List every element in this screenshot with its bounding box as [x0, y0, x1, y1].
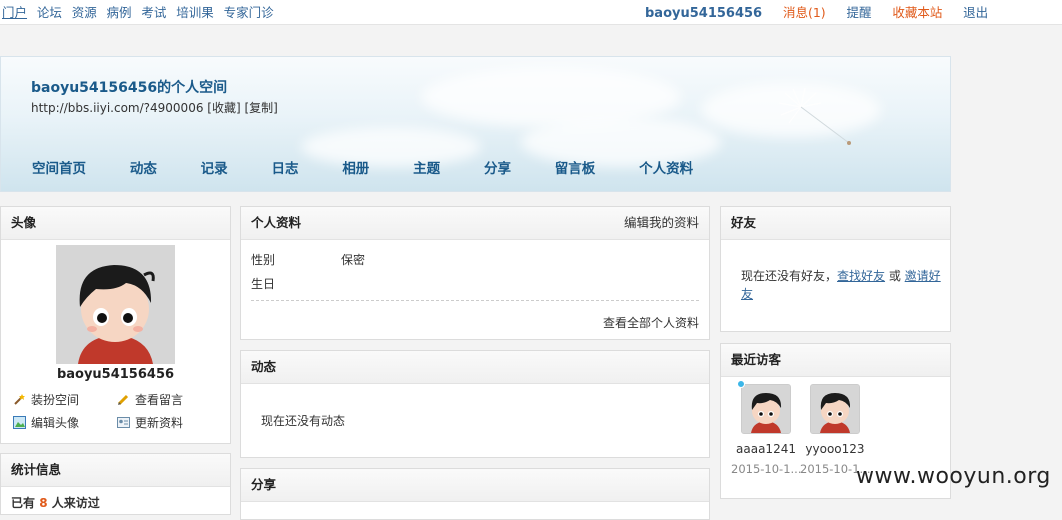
space-nav: 空间首页 动态 记录 日志 相册 主题 分享 留言板 个人资料	[32, 157, 733, 177]
avatar-panel: 头像 baoyu54156456 装扮空间 查看留言 编辑头像 更新资料	[0, 206, 231, 444]
visitor-name[interactable]: yyooo123	[800, 442, 870, 456]
profile-panel: 个人资料 编辑我的资料 性别 保密 生日 查看全部个人资料	[240, 206, 710, 340]
visitor-name[interactable]: aaaa1241	[731, 442, 801, 456]
visit-count-text: 已有 8 人来访过	[11, 496, 100, 510]
picture-icon	[13, 416, 26, 429]
profile-panel-title: 个人资料	[251, 215, 302, 230]
top-nav-training[interactable]: 培训果	[176, 5, 214, 20]
space-nav-home[interactable]: 空间首页	[32, 157, 86, 177]
visitors-panel-title: 最近访客	[721, 344, 950, 377]
pencil-icon	[117, 393, 130, 406]
space-banner: baoyu54156456的个人空间 http://bbs.iiyi.com/?…	[0, 56, 951, 192]
top-nav-exam[interactable]: 考试	[141, 5, 166, 20]
visitor-date: 2015-10-1...	[731, 462, 801, 476]
user-menu: baoyu54156456 消息(1) 提醒 收藏本站 退出	[645, 2, 1005, 21]
birthday-label: 生日	[251, 277, 276, 291]
stats-panel-title: 统计信息	[1, 454, 230, 487]
dress-space-link[interactable]: 装扮空间	[13, 391, 79, 408]
watermark: www.wooyun.org	[856, 464, 1051, 489]
messages-link[interactable]: 消息(1)	[783, 5, 826, 20]
logout-link[interactable]: 退出	[963, 5, 988, 20]
edit-profile-link[interactable]: 编辑我的资料	[624, 207, 699, 239]
space-url: http://bbs.iiyi.com/?4900006 [收藏] [复制]	[31, 101, 278, 115]
visitor-avatar[interactable]	[741, 384, 791, 434]
divider	[251, 300, 699, 301]
space-title: baoyu54156456的个人空间	[31, 80, 228, 96]
avatar-panel-title: 头像	[1, 207, 230, 240]
avatar-username: baoyu54156456	[56, 367, 175, 382]
update-profile-link[interactable]: 更新资料	[117, 414, 183, 431]
space-nav-feed[interactable]: 动态	[130, 157, 157, 177]
friends-empty-text: 现在还没有好友，查找好友 或 邀请好友	[741, 269, 941, 301]
bookmark-site-link[interactable]: 收藏本站	[892, 5, 942, 20]
top-bar: 门户 论坛 资源 病例 考试 培训果 专家门诊 baoyu54156456 消息…	[0, 0, 1062, 25]
friends-panel: 好友 现在还没有好友，查找好友 或 邀请好友	[720, 206, 951, 332]
top-nav-resources[interactable]: 资源	[72, 5, 97, 20]
feed-panel: 动态 现在还没有动态	[240, 350, 710, 458]
gender-label: 性别	[251, 253, 276, 267]
profile-card-icon	[117, 416, 130, 429]
remind-link[interactable]: 提醒	[846, 5, 871, 20]
space-nav-album[interactable]: 相册	[342, 157, 369, 177]
visit-count: 8	[39, 496, 48, 510]
space-nav-share[interactable]: 分享	[484, 157, 511, 177]
view-all-profile-link[interactable]: 查看全部个人资料	[603, 314, 699, 331]
share-panel-title: 分享	[241, 469, 709, 502]
space-nav-guestbook[interactable]: 留言板	[555, 157, 596, 177]
view-messages-link[interactable]: 查看留言	[117, 391, 183, 408]
space-nav-blog[interactable]: 日志	[271, 157, 298, 177]
top-nav-cases[interactable]: 病例	[107, 5, 132, 20]
edit-avatar-link[interactable]: 编辑头像	[13, 414, 79, 431]
space-nav-threads[interactable]: 主题	[413, 157, 440, 177]
space-nav-records[interactable]: 记录	[201, 157, 228, 177]
visitor-avatar[interactable]	[810, 384, 860, 434]
top-nav-forum[interactable]: 论坛	[37, 5, 62, 20]
space-nav-profile[interactable]: 个人资料	[639, 157, 693, 177]
top-nav-portal[interactable]: 门户	[2, 5, 27, 20]
share-panel: 分享	[240, 468, 710, 520]
dandelion-icon	[778, 87, 851, 145]
top-nav: 门户 论坛 资源 病例 考试 培训果 专家门诊	[2, 2, 280, 21]
wand-icon	[13, 393, 26, 406]
find-friends-link[interactable]: 查找好友	[837, 269, 885, 283]
friends-panel-title: 好友	[721, 207, 950, 240]
feed-empty-text: 现在还没有动态	[261, 414, 346, 428]
stats-panel: 统计信息 已有 8 人来访过	[0, 453, 231, 515]
avatar[interactable]	[56, 245, 175, 364]
gender-value: 保密	[341, 253, 366, 267]
top-nav-expert-clinic[interactable]: 专家门诊	[224, 5, 274, 20]
visitor-item[interactable]: yyooo123 2015-10-1...	[800, 384, 870, 476]
online-indicator	[737, 380, 745, 388]
visitor-item[interactable]: aaaa1241 2015-10-1...	[731, 384, 801, 476]
feed-panel-title: 动态	[241, 351, 709, 384]
username-link[interactable]: baoyu54156456	[645, 6, 762, 21]
